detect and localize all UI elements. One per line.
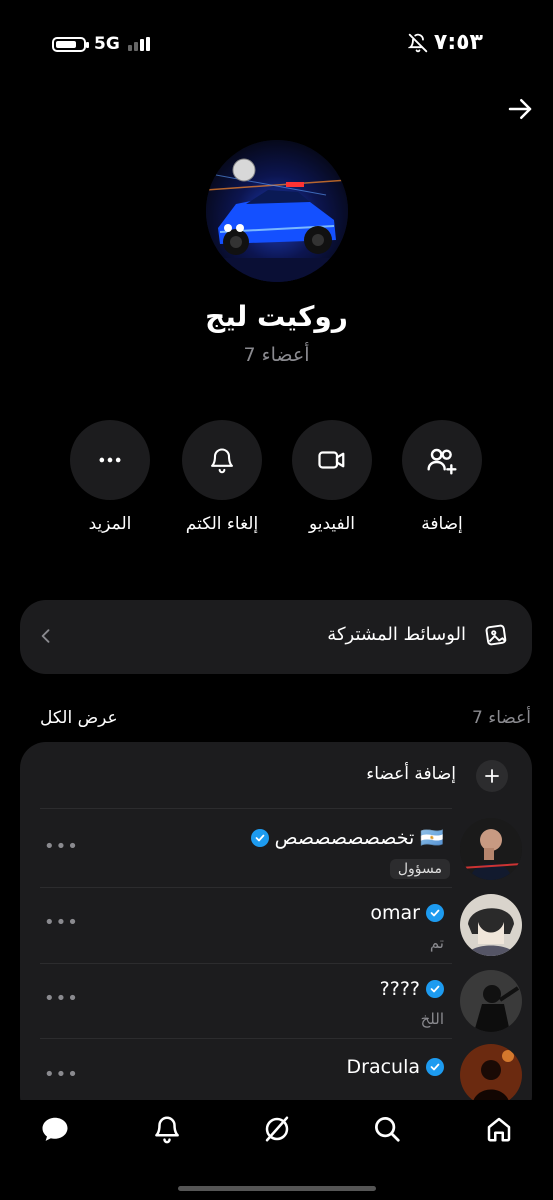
notifications-icon[interactable]: [152, 1114, 182, 1144]
shared-media-label: الوسائط المشتركة: [327, 624, 466, 645]
divider: [40, 1038, 452, 1039]
network-label: 5G: [94, 34, 120, 54]
member-photo: [460, 1044, 522, 1106]
member-name-row[interactable]: ????: [380, 978, 444, 1000]
divider: [40, 963, 452, 964]
search-icon[interactable]: [372, 1114, 402, 1144]
verified-badge-icon: [426, 980, 444, 998]
status-bar-left: 5G: [52, 34, 150, 54]
add-users-icon: [427, 448, 457, 475]
member-photo: [460, 894, 522, 956]
verified-badge-icon: [250, 828, 269, 847]
member-name-row[interactable]: تخصصصصصصص 🇦🇷: [250, 826, 444, 849]
member-more-button[interactable]: •••: [44, 988, 79, 1009]
view-all-link[interactable]: عرض الكل: [40, 708, 118, 728]
shared-media-row[interactable]: الوسائط المشتركة: [20, 600, 532, 674]
more-action-button[interactable]: [70, 420, 150, 500]
video-action-button[interactable]: [292, 420, 372, 500]
flag-icon: 🇦🇷: [420, 827, 444, 849]
add-members-label[interactable]: إضافة أعضاء: [366, 764, 456, 784]
admin-badge: مسؤول: [389, 859, 450, 879]
battery-icon: [52, 36, 89, 52]
member-status: اللخ: [420, 1010, 444, 1028]
member-name: omar: [370, 902, 420, 924]
member-avatar[interactable]: [460, 818, 522, 880]
explore-icon[interactable]: [262, 1114, 292, 1144]
video-icon: [318, 451, 345, 469]
member-status: تم: [429, 934, 444, 952]
member-avatar[interactable]: [460, 970, 522, 1032]
member-avatar[interactable]: [460, 1044, 522, 1106]
divider: [40, 808, 452, 809]
divider: [40, 887, 452, 888]
status-bar-right: ٧:٥٣: [407, 30, 483, 55]
home-indicator: [178, 1186, 376, 1191]
add-action-label: إضافة: [421, 514, 463, 534]
member-photo: [460, 970, 522, 1032]
add-action[interactable]: إضافة: [402, 420, 482, 534]
chevron-left-icon: [41, 629, 50, 643]
group-name: روكيت ليج: [205, 300, 348, 333]
add-members-button[interactable]: [476, 760, 508, 792]
add-action-button[interactable]: [402, 420, 482, 500]
member-name: تخصصصصصصص: [274, 826, 415, 849]
group-members-count: 7 أعضاء: [243, 344, 310, 366]
clock: ٧:٥٣: [433, 30, 483, 55]
back-arrow-icon[interactable]: [505, 94, 535, 124]
member-avatar[interactable]: [460, 894, 522, 956]
more-action-label: المزيد: [88, 514, 132, 534]
signal-icon: [127, 37, 150, 51]
unmute-action[interactable]: إلغاء الكتم: [182, 420, 262, 534]
mute-bell-icon: [407, 33, 428, 52]
video-action-label: الفيديو: [308, 514, 356, 534]
member-photo: [460, 818, 522, 880]
video-action[interactable]: الفيديو: [292, 420, 372, 534]
verified-badge-icon: [426, 1058, 444, 1076]
gallery-icon: [485, 624, 507, 646]
members-count: 7 أعضاء: [471, 708, 531, 728]
more-icon: [99, 457, 121, 463]
members-card: إضافة أعضاء تخصصصصصصص 🇦🇷 مسؤول ••• omar: [20, 742, 532, 1122]
rocket-car-image: [206, 140, 348, 282]
member-name: Dracula: [346, 1056, 421, 1078]
member-more-button[interactable]: •••: [44, 912, 79, 933]
unmute-action-label: إلغاء الكتم: [185, 514, 259, 534]
member-name-row[interactable]: omar: [370, 902, 444, 924]
bottom-nav: [0, 1100, 553, 1200]
member-name-row[interactable]: Dracula: [346, 1056, 444, 1078]
chat-icon[interactable]: [40, 1114, 70, 1144]
verified-badge-icon: [426, 904, 444, 922]
group-avatar[interactable]: [206, 140, 348, 282]
more-action[interactable]: المزيد: [70, 420, 150, 534]
unmute-action-button[interactable]: [182, 420, 262, 500]
home-icon[interactable]: [484, 1114, 514, 1144]
bell-icon: [211, 448, 233, 474]
plus-icon: [485, 769, 499, 783]
member-name: ????: [379, 978, 420, 1000]
member-more-button[interactable]: •••: [44, 1064, 79, 1085]
member-more-button[interactable]: •••: [44, 836, 79, 857]
